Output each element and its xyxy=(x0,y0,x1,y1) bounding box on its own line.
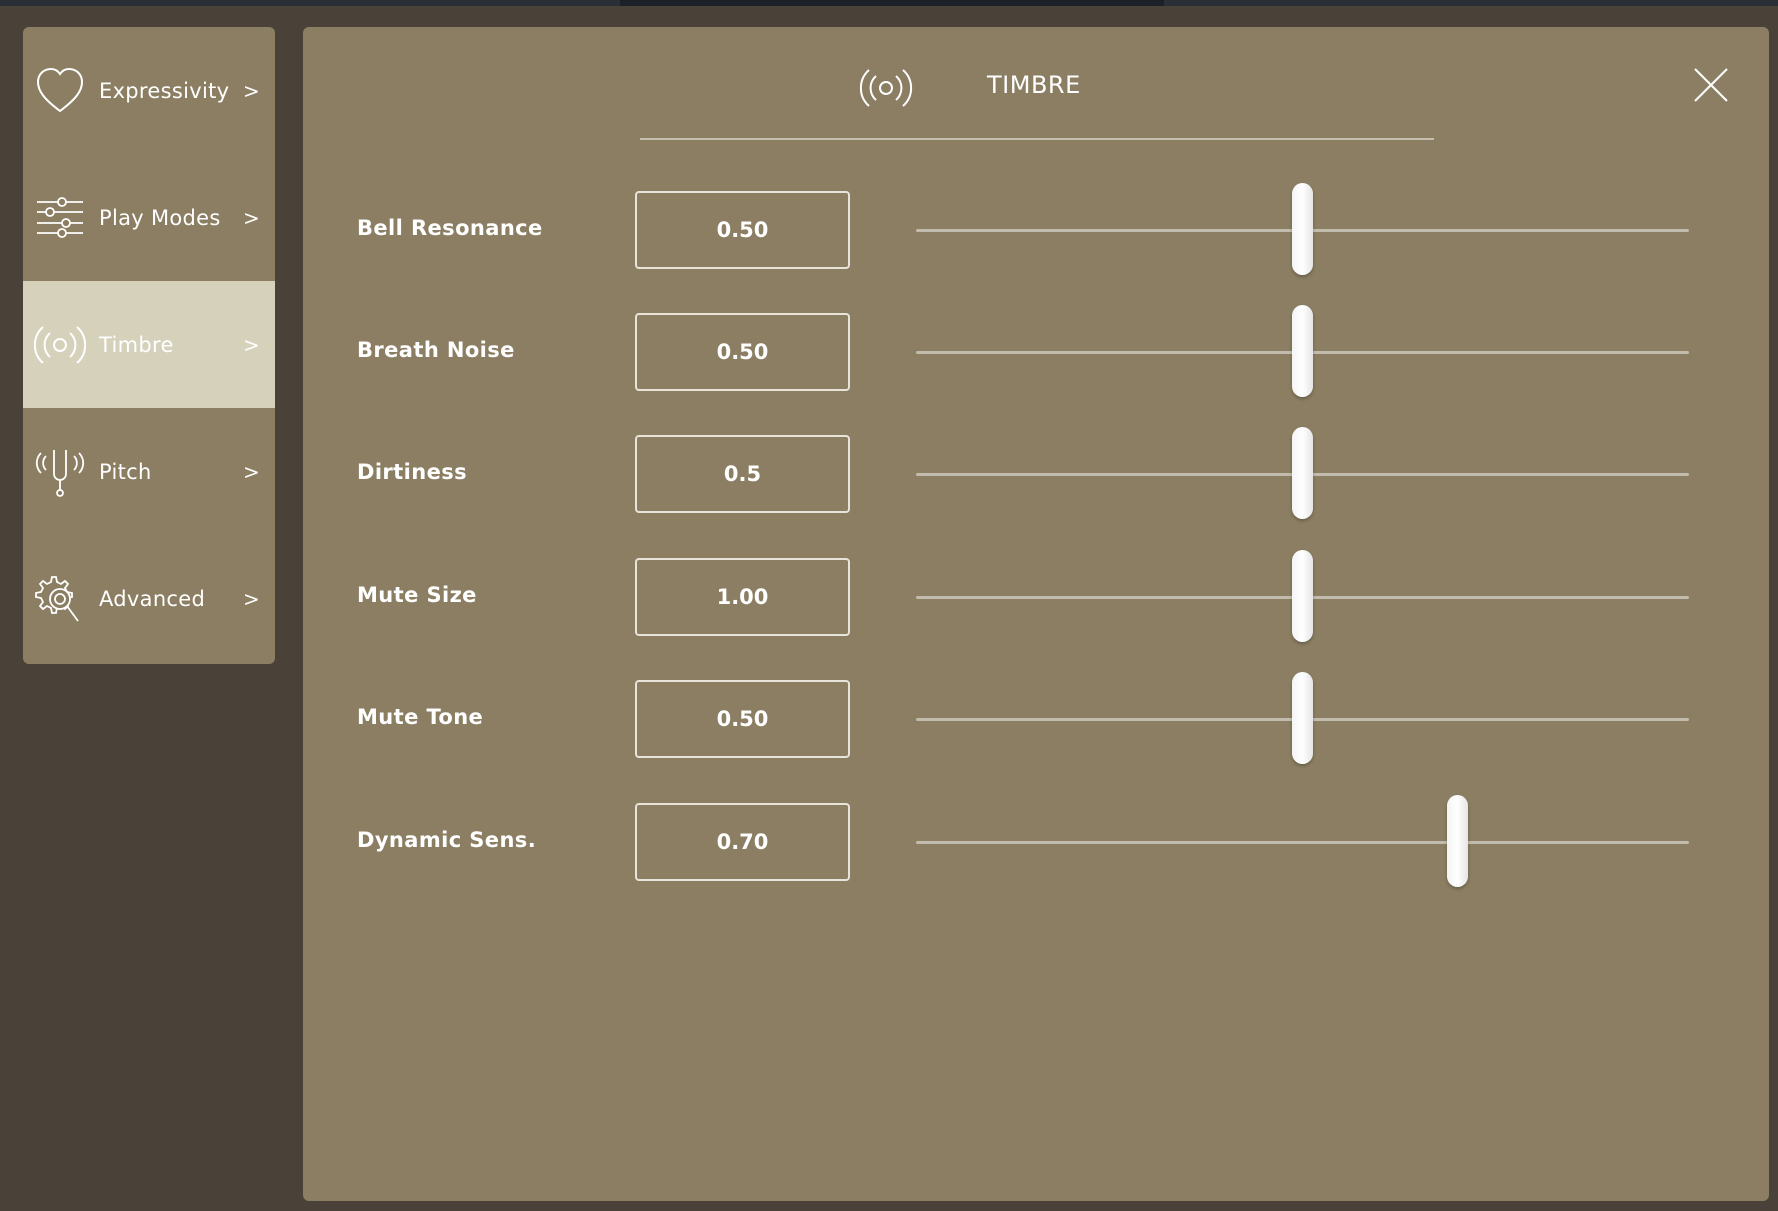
breath-noise-slider[interactable] xyxy=(916,305,1689,397)
breath-noise-value-field[interactable]: 0.50 xyxy=(635,313,850,391)
param-row-bell-resonance: Bell Resonance 0.50 xyxy=(303,183,1769,275)
dynamic-sens-slider[interactable] xyxy=(916,795,1689,887)
broadcast-icon xyxy=(34,319,86,371)
sidebar-item-play-modes[interactable]: Play Modes > xyxy=(23,154,275,281)
param-row-dynamic-sens: Dynamic Sens. 0.70 xyxy=(303,795,1769,887)
sliders-icon xyxy=(34,192,86,244)
close-button[interactable] xyxy=(1691,65,1731,105)
param-label: Mute Tone xyxy=(357,705,484,729)
slider-thumb[interactable] xyxy=(1292,427,1313,519)
mute-size-value-field[interactable]: 1.00 xyxy=(635,558,850,636)
chevron-right-icon: > xyxy=(243,332,260,357)
param-label: Dirtiness xyxy=(357,460,468,484)
sidebar-item-label: Pitch xyxy=(99,459,152,484)
dirtiness-value-field[interactable]: 0.5 xyxy=(635,435,850,513)
param-label: Mute Size xyxy=(357,583,477,607)
slider-thumb[interactable] xyxy=(1292,305,1313,397)
sidebar-item-label: Play Modes xyxy=(99,205,221,230)
param-row-mute-size: Mute Size 1.00 xyxy=(303,550,1769,642)
dynamic-sens-value-field[interactable]: 0.70 xyxy=(635,803,850,881)
window-top-bar xyxy=(0,0,1778,6)
param-row-dirtiness: Dirtiness 0.5 xyxy=(303,427,1769,519)
broadcast-icon xyxy=(859,63,913,113)
slider-thumb[interactable] xyxy=(1292,550,1313,642)
param-label: Bell Resonance xyxy=(357,216,543,240)
page-title: TIMBRE xyxy=(987,71,1081,99)
mute-tone-value-field[interactable]: 0.50 xyxy=(635,680,850,758)
sidebar-item-pitch[interactable]: Pitch > xyxy=(23,408,275,535)
param-label: Dynamic Sens. xyxy=(357,828,537,852)
slider-thumb[interactable] xyxy=(1446,795,1468,887)
gear-search-icon xyxy=(34,573,86,625)
sidebar-item-timbre[interactable]: Timbre > xyxy=(23,281,275,408)
chevron-right-icon: > xyxy=(243,78,260,103)
sidebar-item-label: Advanced xyxy=(99,586,206,611)
timbre-panel: TIMBRE Bell Resonance 0.50 Breath Noise … xyxy=(303,27,1769,1201)
slider-thumb[interactable] xyxy=(1292,672,1313,764)
sidebar: Expressivity > Play Modes > Timbre > Pit… xyxy=(23,27,275,664)
sidebar-item-expressivity[interactable]: Expressivity > xyxy=(23,27,275,154)
heart-icon xyxy=(34,65,86,117)
chevron-right-icon: > xyxy=(243,586,260,611)
sidebar-item-advanced[interactable]: Advanced > xyxy=(23,535,275,662)
chevron-right-icon: > xyxy=(243,205,260,230)
title-divider xyxy=(640,138,1434,140)
close-icon xyxy=(1694,68,1728,102)
mute-size-slider[interactable] xyxy=(916,550,1689,642)
param-label: Breath Noise xyxy=(357,338,515,362)
top-bar-highlight xyxy=(620,0,1164,6)
dirtiness-slider[interactable] xyxy=(916,427,1689,519)
bell-resonance-slider[interactable] xyxy=(916,183,1689,275)
slider-thumb[interactable] xyxy=(1292,183,1313,275)
sidebar-item-label: Timbre xyxy=(99,332,174,357)
sidebar-item-label: Expressivity xyxy=(99,78,230,103)
mute-tone-slider[interactable] xyxy=(916,672,1689,764)
bell-resonance-value-field[interactable]: 0.50 xyxy=(635,191,850,269)
param-row-mute-tone: Mute Tone 0.50 xyxy=(303,672,1769,764)
chevron-right-icon: > xyxy=(243,459,260,484)
tuning-fork-icon xyxy=(34,446,86,498)
param-row-breath-noise: Breath Noise 0.50 xyxy=(303,305,1769,397)
